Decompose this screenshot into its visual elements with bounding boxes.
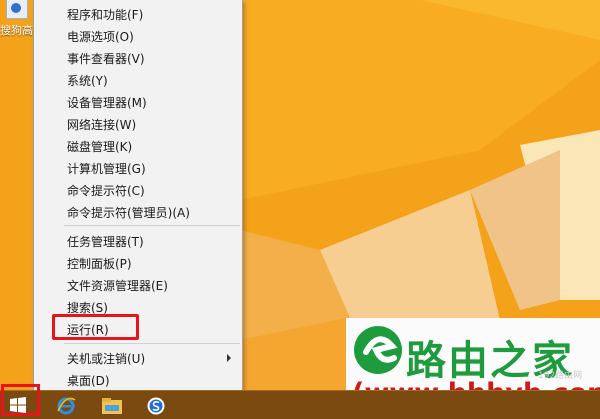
desktop-icon-label: 搜狗高 [0, 24, 33, 37]
menu-item-power-options[interactable]: 电源选项(O) [34, 24, 242, 46]
menu-item-event-viewer[interactable]: 事件查看器(V) [34, 46, 242, 68]
menu-item-device-manager[interactable]: 设备管理器(M) [34, 90, 242, 112]
internet-explorer-icon [57, 397, 76, 415]
run-highlight-box [52, 314, 139, 340]
menu-separator [64, 225, 240, 226]
taskbar [0, 390, 600, 419]
taskbar-app-button[interactable] [143, 394, 171, 416]
menu-item-command-prompt-admin[interactable]: 命令提示符(管理员)(A) [34, 200, 242, 222]
menu-item-task-manager[interactable]: 任务管理器(T) [34, 229, 242, 251]
route-logo-icon [354, 326, 402, 374]
menu-item-system[interactable]: 系统(Y) [34, 68, 242, 90]
taskbar-explorer-button[interactable] [98, 394, 126, 416]
menu-separator [64, 343, 240, 344]
menu-item-network-connections[interactable]: 网络连接(W) [34, 112, 242, 134]
menu-item-shutdown-signout[interactable]: 关机或注销(U) [34, 346, 242, 368]
menu-item-disk-management[interactable]: 磁盘管理(K) [34, 134, 242, 156]
desktop-app-icon[interactable]: 搜狗高 [0, 0, 36, 40]
menu-item-file-explorer[interactable]: 文件资源管理器(E) [34, 273, 242, 295]
file-explorer-icon [102, 398, 122, 414]
sogou-browser-icon [6, 0, 28, 19]
menu-item-computer-management[interactable]: 计算机管理(G) [34, 156, 242, 178]
submenu-arrow-icon [227, 354, 231, 362]
sogou-browser-icon [147, 397, 165, 415]
start-highlight-box [1, 384, 40, 416]
taskbar-ie-button[interactable] [52, 394, 80, 416]
menu-item-command-prompt[interactable]: 命令提示符(C) [34, 178, 242, 200]
menu-item-control-panel[interactable]: 控制面板(P) [34, 251, 242, 273]
menu-item-desktop[interactable]: 桌面(D) [34, 368, 242, 390]
menu-item-programs-features[interactable]: 程序和功能(F) [34, 2, 242, 24]
